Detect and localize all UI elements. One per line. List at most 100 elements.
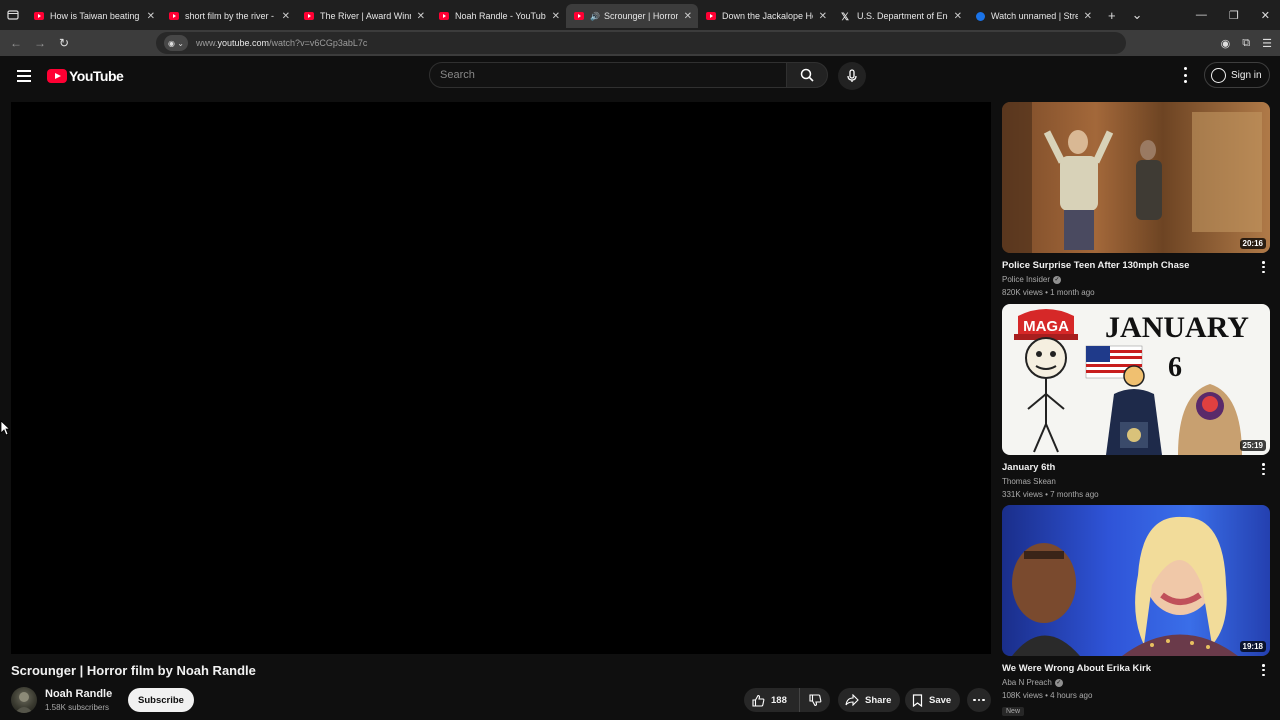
logo-text: YouTube: [69, 68, 124, 84]
browser-tab-bar: How is Taiwan beating eve ✕ short film b…: [0, 0, 1280, 30]
more-actions-button[interactable]: [967, 688, 991, 712]
search-input[interactable]: Search: [429, 62, 787, 88]
video-player[interactable]: [11, 102, 991, 654]
like-button[interactable]: 188: [744, 688, 800, 712]
account-icon: [1211, 67, 1226, 83]
browser-tab-3[interactable]: Noah Randle - YouTube ✕: [431, 4, 566, 28]
sign-in-label: Sign in: [1231, 69, 1262, 81]
video-thumbnail[interactable]: 20:16: [1002, 102, 1270, 253]
browser-tab-2[interactable]: The River | Award Winning ✕: [296, 4, 431, 28]
youtube-play-icon: [47, 69, 67, 83]
video-duration: 20:16: [1239, 238, 1266, 249]
youtube-icon: [706, 12, 716, 20]
recommendation-menu-icon[interactable]: [1262, 664, 1266, 676]
url-field[interactable]: ◉ ⌄ www.youtube.com/watch?v=v6CGp3abL7c: [156, 32, 1126, 54]
youtube-icon: [34, 12, 44, 20]
recommendation-menu-icon[interactable]: [1262, 463, 1266, 475]
close-icon[interactable]: ✕: [147, 11, 155, 22]
video-duration: 25:19: [1239, 440, 1266, 451]
tab-search-icon[interactable]: [0, 0, 26, 30]
youtube-icon: [574, 12, 584, 20]
minimize-icon[interactable]: —: [1196, 9, 1207, 21]
video-thumbnail[interactable]: MAGA JANUARY 6 25:19: [1002, 304, 1270, 455]
search-button[interactable]: [786, 62, 828, 88]
bookmark-icon: [912, 693, 923, 707]
browser-tab-5[interactable]: Down the Jackalope Hole | ✕: [698, 4, 833, 28]
reload-icon[interactable]: ↻: [52, 36, 76, 50]
voice-search-button[interactable]: [838, 62, 866, 90]
close-icon[interactable]: ✕: [1084, 11, 1092, 22]
video-duration: 19:18: [1239, 641, 1266, 652]
site-info-icon[interactable]: ◉ ⌄: [164, 35, 188, 51]
youtube-logo[interactable]: YouTube: [47, 68, 124, 84]
youtube-icon: [169, 12, 179, 20]
browser-menu-icon[interactable]: ☰: [1262, 37, 1272, 50]
back-icon[interactable]: ←: [4, 36, 28, 50]
thumbnail-number-text: 6: [1168, 352, 1182, 383]
close-icon[interactable]: ✕: [954, 11, 962, 22]
channel-name[interactable]: Noah Randle: [45, 688, 112, 700]
new-tab-icon[interactable]: +: [1108, 8, 1116, 23]
close-icon[interactable]: ✕: [552, 11, 560, 22]
close-icon[interactable]: ✕: [819, 11, 827, 22]
subscribe-button[interactable]: Subscribe: [128, 688, 194, 712]
recommendation-item[interactable]: 19:18 We Were Wrong About Erika Kirk Aba…: [1002, 505, 1270, 718]
chevron-down-icon[interactable]: ⌄: [1132, 7, 1143, 23]
extensions-icon[interactable]: ⧉: [1242, 37, 1250, 50]
sign-in-button[interactable]: Sign in: [1204, 62, 1270, 88]
channel-label: Thomas Skean: [1002, 477, 1056, 486]
browser-tab-4[interactable]: 🔊 Scrounger | Horror film ✕: [566, 4, 698, 28]
profile-icon[interactable]: ◉: [1221, 37, 1231, 50]
thumbs-up-icon: [752, 694, 765, 707]
channel-label: Aba N Preach: [1002, 678, 1052, 687]
search-placeholder: Search: [440, 69, 475, 81]
window-close-icon[interactable]: ✕: [1261, 9, 1270, 22]
tab-title: short film by the river - You: [185, 11, 276, 21]
channel-avatar[interactable]: [11, 687, 37, 713]
like-dislike-group: 188: [744, 688, 830, 712]
save-button[interactable]: Save: [905, 688, 961, 712]
youtube-icon: [304, 12, 314, 20]
close-icon[interactable]: ✕: [282, 11, 290, 22]
share-icon: [845, 694, 859, 706]
tab-title: Noah Randle - YouTube: [455, 11, 546, 21]
menu-icon[interactable]: [17, 70, 31, 82]
video-title: Scrounger | Horror film by Noah Randle: [11, 663, 256, 678]
recommendation-meta: 108K views • 4 hours ago: [1002, 691, 1093, 700]
close-icon[interactable]: ✕: [417, 11, 425, 22]
recommendation-item[interactable]: 20:16 Police Surprise Teen After 130mph …: [1002, 102, 1270, 297]
search-icon: [800, 68, 814, 82]
recommendation-channel[interactable]: Aba N Preach ✓: [1002, 678, 1270, 687]
recommendation-menu-icon[interactable]: [1262, 261, 1266, 273]
tab-title: Watch unnamed | Strea: [991, 11, 1078, 21]
recommendation-meta: 820K views • 1 month ago: [1002, 288, 1095, 297]
share-button[interactable]: Share: [838, 688, 901, 712]
recommendation-item[interactable]: MAGA JANUARY 6 25:19 January 6th Thomas …: [1002, 304, 1270, 499]
browser-tab-0[interactable]: How is Taiwan beating eve ✕: [26, 4, 161, 28]
dislike-button[interactable]: [800, 693, 830, 707]
browser-tab-7[interactable]: Watch unnamed | Strea ✕: [968, 4, 1098, 28]
speaker-icon[interactable]: 🔊: [590, 12, 600, 21]
thumbnail-heading-text: JANUARY: [1105, 311, 1249, 344]
recommendation-title[interactable]: January 6th: [1002, 462, 1252, 473]
settings-kebab-icon[interactable]: [1180, 67, 1190, 83]
globe-icon: [976, 11, 985, 21]
video-thumbnail[interactable]: 19:18: [1002, 505, 1270, 656]
close-icon[interactable]: ✕: [684, 11, 692, 22]
recommendation-title[interactable]: Police Surprise Teen After 130mph Chase: [1002, 260, 1252, 271]
share-label: Share: [865, 694, 892, 706]
recommendation-channel[interactable]: Thomas Skean: [1002, 477, 1270, 486]
verified-icon: ✓: [1053, 275, 1062, 284]
like-count: 188: [771, 694, 787, 706]
recommendation-channel[interactable]: Police Insider ✓: [1002, 275, 1270, 284]
tab-title: Down the Jackalope Hole |: [722, 11, 813, 21]
new-badge: New: [1002, 707, 1025, 716]
recommendation-title[interactable]: We Were Wrong About Erika Kirk: [1002, 663, 1252, 674]
forward-icon[interactable]: →: [28, 36, 52, 50]
tab-title: U.S. Department of Energy: [857, 11, 948, 21]
browser-tab-1[interactable]: short film by the river - You ✕: [161, 4, 296, 28]
restore-icon[interactable]: ❐: [1229, 9, 1239, 22]
youtube-header: YouTube Search Sign in: [0, 56, 1280, 96]
browser-tab-6[interactable]: 𝕏 U.S. Department of Energy ✕: [833, 4, 968, 28]
save-label: Save: [929, 694, 952, 706]
